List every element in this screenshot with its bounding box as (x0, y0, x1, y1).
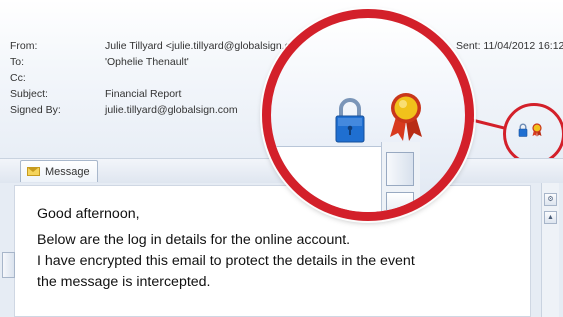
magnified-header-field (271, 146, 383, 212)
subject-value: Financial Report (105, 88, 182, 100)
to-value[interactable]: 'Ophelie Thenault' (105, 56, 189, 68)
large-certificate-ribbon-icon (386, 91, 426, 148)
subject-label: Subject: (10, 88, 48, 100)
certificate-ribbon-icon[interactable] (531, 123, 543, 142)
lock-icon[interactable] (518, 123, 528, 142)
magnified-scrollbar (381, 142, 420, 212)
scroll-up-button[interactable]: ▲ (544, 211, 557, 224)
from-value[interactable]: Julie Tillyard <julie.tillyard@globalsig… (105, 40, 311, 52)
magnified-security-icons (262, 9, 474, 221)
scrollbar-thumb[interactable] (2, 252, 15, 278)
cc-label: Cc: (10, 72, 26, 84)
magnified-scroll-thumb (386, 152, 414, 186)
signed-by-value: julie.tillyard@globalsign.com (105, 104, 238, 116)
to-label: To: (10, 56, 25, 68)
message-line: I have encrypted this email to protect t… (37, 253, 415, 269)
message-line: Below are the log in details for the onl… (37, 232, 351, 248)
tab-message-label: Message (45, 165, 90, 178)
from-label: From: (10, 40, 38, 52)
message-scrollbar[interactable]: ⚙ ▲ (541, 183, 559, 317)
scroll-settings-icon[interactable]: ⚙ (544, 193, 557, 206)
message-line: the message is intercepted. (37, 274, 211, 290)
tab-message[interactable]: Message (20, 160, 98, 182)
message-line: Good afternoon, (37, 206, 140, 222)
envelope-icon (27, 167, 40, 176)
sent-date: Sent: 11/04/2012 16:12 (456, 40, 563, 52)
large-lock-icon (334, 97, 366, 148)
signed-by-label: Signed By: (10, 104, 61, 116)
